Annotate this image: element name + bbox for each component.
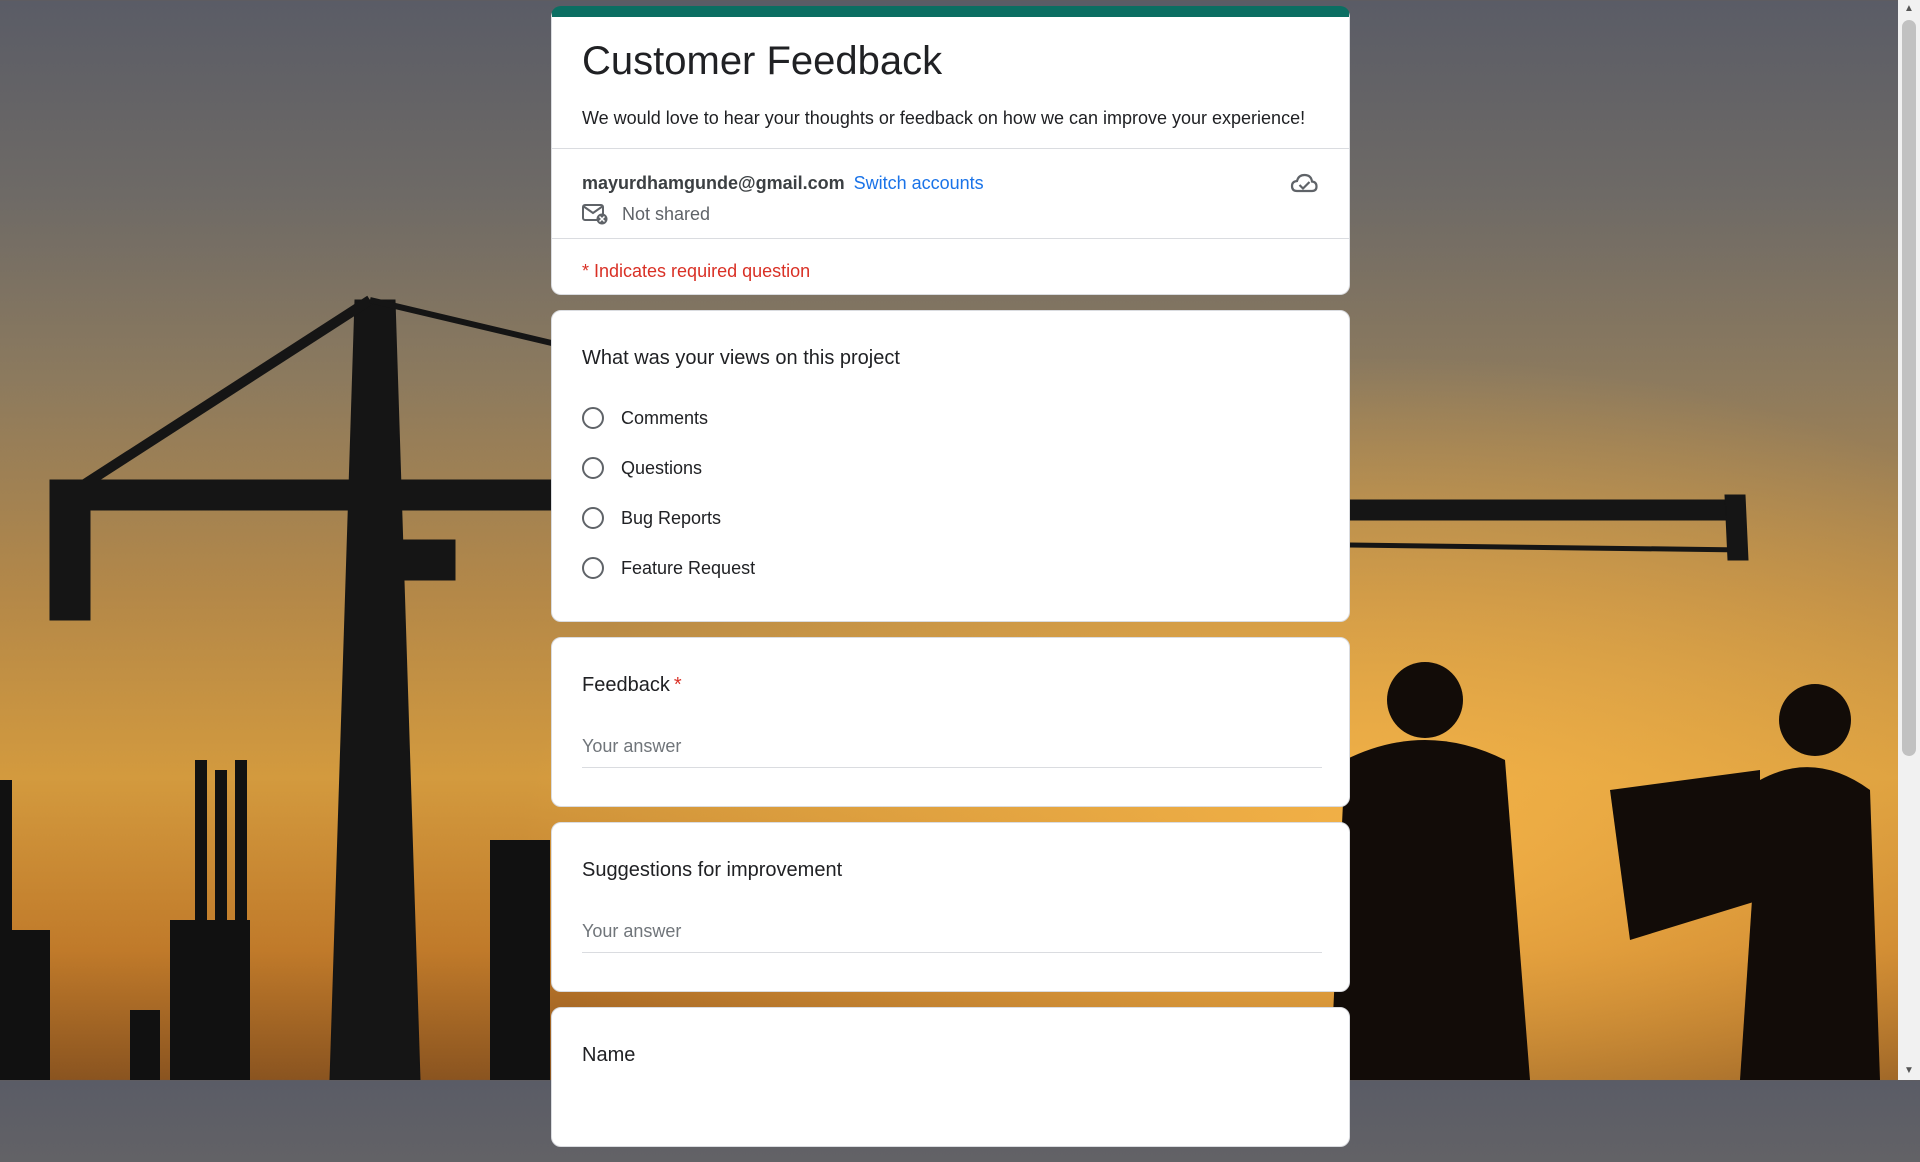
question-card-suggestions: Suggestions for improvement <box>551 822 1350 992</box>
option-feature-request[interactable]: Feature Request <box>582 543 1319 593</box>
question-card-name: Name <box>551 1007 1350 1147</box>
feedback-answer-input[interactable] <box>582 732 1322 768</box>
account-email: mayurdhamgunde@gmail.com <box>582 173 845 193</box>
radio-button[interactable] <box>582 557 604 579</box>
option-label: Bug Reports <box>621 507 722 528</box>
suggestions-answer-input[interactable] <box>582 917 1322 953</box>
question-title: Name <box>582 1044 636 1066</box>
scrollbar-thumb[interactable] <box>1902 20 1916 756</box>
scroll-down-arrow-icon[interactable]: ▼ <box>1898 1062 1920 1080</box>
question-card-feedback: Feedback * <box>551 637 1350 807</box>
mail-not-shared-icon <box>582 204 608 225</box>
option-bug-reports[interactable]: Bug Reports <box>582 493 1319 543</box>
scroll-up-arrow-icon[interactable]: ▲ <box>1898 0 1920 18</box>
option-label: Questions <box>621 457 703 478</box>
question-title: Feedback * <box>582 672 1319 698</box>
radio-button[interactable] <box>582 507 604 529</box>
radio-group: Comments Questions Bug Reports Feature R… <box>582 393 1319 593</box>
switch-accounts-link[interactable]: Switch accounts <box>854 173 984 193</box>
form-container: Customer Feedback We would love to hear … <box>551 6 1350 1162</box>
account-row: mayurdhamgunde@gmail.com Switch accounts <box>582 171 984 195</box>
sharing-status-row: Not shared <box>582 203 710 225</box>
option-comments[interactable]: Comments <box>582 393 1319 443</box>
cloud-save-icon[interactable] <box>1289 169 1319 199</box>
account-divider <box>552 238 1349 239</box>
question-title-text: Feedback <box>582 674 670 696</box>
required-asterisk: * <box>673 674 682 696</box>
radio-button[interactable] <box>582 457 604 479</box>
header-divider <box>552 148 1349 149</box>
form-description: We would love to hear your thoughts or f… <box>582 108 1306 128</box>
form-title: Customer Feedback <box>582 39 943 83</box>
page-scrollbar[interactable]: ▲ ▼ <box>1898 0 1920 1080</box>
option-label: Comments <box>621 407 709 428</box>
option-questions[interactable]: Questions <box>582 443 1319 493</box>
required-note: * Indicates required question <box>582 261 811 281</box>
question-title: Suggestions for improvement <box>582 859 843 881</box>
option-label: Feature Request <box>621 557 756 578</box>
radio-button[interactable] <box>582 407 604 429</box>
question-title: What was your views on this project <box>582 347 900 369</box>
sharing-status: Not shared <box>622 203 711 224</box>
form-header-card: Customer Feedback We would love to hear … <box>551 6 1350 295</box>
question-card-views: What was your views on this project Comm… <box>551 310 1350 622</box>
